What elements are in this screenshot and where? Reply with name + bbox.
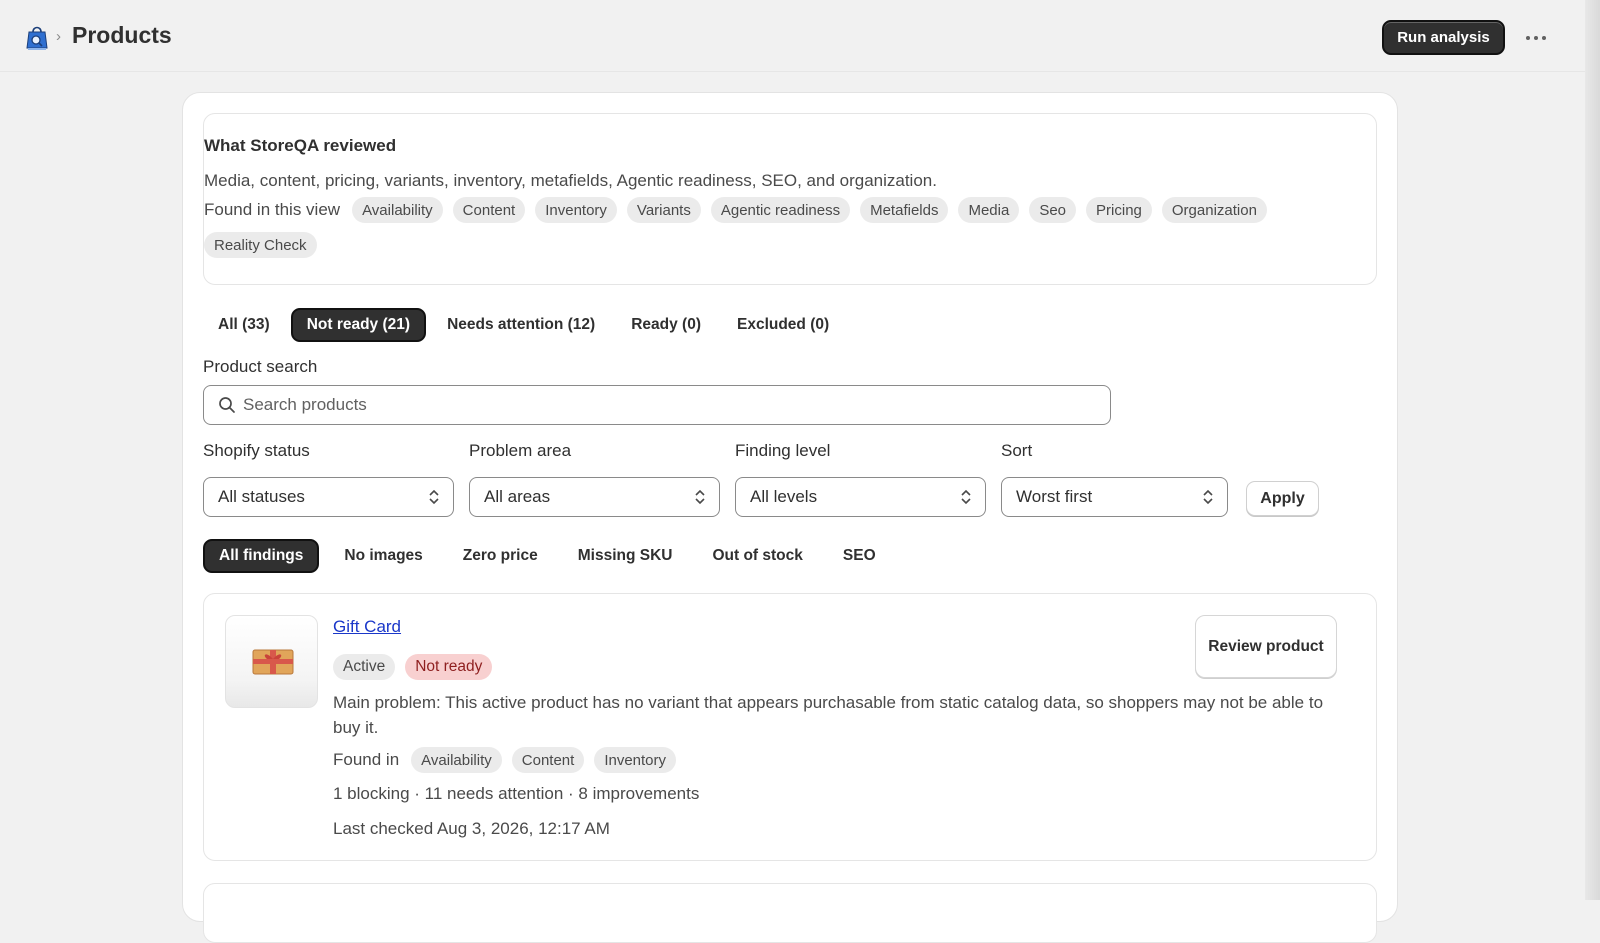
select-chevron-icon (1203, 489, 1213, 505)
tag-pill: Seo (1029, 197, 1077, 223)
finding-filter-chips: All findings No images Zero price Missin… (203, 539, 891, 573)
tag-pill: Availability (411, 747, 502, 773)
select-chevron-icon (429, 489, 439, 505)
product-title-link[interactable]: Gift Card (333, 617, 401, 637)
window-edge (1585, 0, 1600, 900)
finding-counts: 1 blocking · 11 needs attention · 8 impr… (333, 784, 700, 803)
product-search-label: Product search (203, 357, 318, 376)
tag-pill: Organization (1161, 197, 1267, 223)
tab-all[interactable]: All (33) (203, 308, 285, 342)
gift-card-icon (252, 649, 294, 675)
breadcrumb-chevron-icon: › (56, 28, 61, 45)
product-badges: Active Not ready (333, 654, 493, 680)
tag-pill: Content (452, 197, 526, 223)
main-problem-text: Main problem: This active product has no… (333, 693, 1324, 737)
select-chevron-icon (695, 489, 705, 505)
review-description: Media, content, pricing, variants, inven… (204, 171, 937, 190)
problem-area-label: Problem area (469, 441, 572, 460)
product-search-field[interactable] (203, 385, 1111, 425)
chip-no-images[interactable]: No images (329, 539, 437, 573)
tag-pill: Metafields (860, 197, 949, 223)
more-horizontal-icon[interactable] (1522, 24, 1550, 52)
problem-area-value: All areas (484, 487, 551, 506)
chip-missing-sku[interactable]: Missing SKU (563, 539, 688, 573)
sort-value: Worst first (1016, 487, 1093, 506)
shopify-status-select[interactable]: All statuses (203, 477, 454, 517)
sort-label: Sort (1001, 441, 1033, 460)
product-card: Gift Card Active Not ready Main problem:… (203, 593, 1377, 861)
shopify-status-value: All statuses (218, 487, 305, 506)
tab-excluded[interactable]: Excluded (0) (722, 308, 844, 342)
product-thumbnail[interactable] (225, 615, 318, 708)
status-badge: Active (333, 654, 396, 680)
tag-pill: Inventory (535, 197, 617, 223)
main-card: What StoreQA reviewed Media, content, pr… (182, 92, 1398, 943)
top-bar: › Products Run analysis (0, 0, 1585, 72)
select-chevron-icon (961, 489, 971, 505)
storeqa-app-icon[interactable] (24, 23, 50, 51)
last-checked: Last checked Aug 3, 2026, 12:17 AM (333, 819, 610, 838)
chip-all-findings[interactable]: All findings (203, 539, 320, 573)
tag-pill: Pricing (1086, 197, 1152, 223)
readiness-badge: Not ready (405, 654, 493, 680)
product-found-in-row: Found in Availability Content Inventory (333, 747, 677, 773)
page-title: Products (72, 22, 172, 48)
tab-not-ready[interactable]: Not ready (21) (290, 308, 427, 342)
finding-level-label: Finding level (735, 441, 831, 460)
finding-level-value: All levels (750, 487, 818, 506)
tag-pill: Content (511, 747, 585, 773)
tag-pill: Media (958, 197, 1020, 223)
apply-button[interactable]: Apply (1246, 481, 1319, 516)
found-in-label: Found in (333, 750, 400, 769)
chip-out-of-stock[interactable]: Out of stock (697, 539, 817, 573)
tag-pill: Reality Check (204, 232, 317, 258)
sort-select[interactable]: Worst first (1001, 477, 1228, 517)
tag-pill: Inventory (594, 747, 677, 773)
chip-seo[interactable]: SEO (828, 539, 891, 573)
tag-pill: Variants (626, 197, 701, 223)
next-product-card (203, 883, 1377, 943)
finding-level-select[interactable]: All levels (735, 477, 986, 517)
review-title: What StoreQA reviewed (204, 136, 397, 155)
search-input[interactable] (243, 386, 1093, 424)
status-tabs: All (33) Not ready (21) Needs attention … (203, 308, 844, 342)
chip-zero-price[interactable]: Zero price (448, 539, 553, 573)
search-icon (219, 397, 235, 413)
tag-pill: Agentic readiness (710, 197, 851, 223)
tab-ready[interactable]: Ready (0) (616, 308, 716, 342)
tab-needs-attention[interactable]: Needs attention (12) (432, 308, 610, 342)
run-analysis-button[interactable]: Run analysis (1382, 20, 1505, 55)
found-in-view-label: Found in this view (204, 200, 341, 219)
shopify-status-label: Shopify status (203, 441, 310, 460)
tag-pill: Availability (352, 197, 443, 223)
problem-area-select[interactable]: All areas (469, 477, 720, 517)
found-in-view-row: Found in this view Availability Content … (204, 197, 1344, 258)
review-product-button[interactable]: Review product (1195, 615, 1337, 678)
